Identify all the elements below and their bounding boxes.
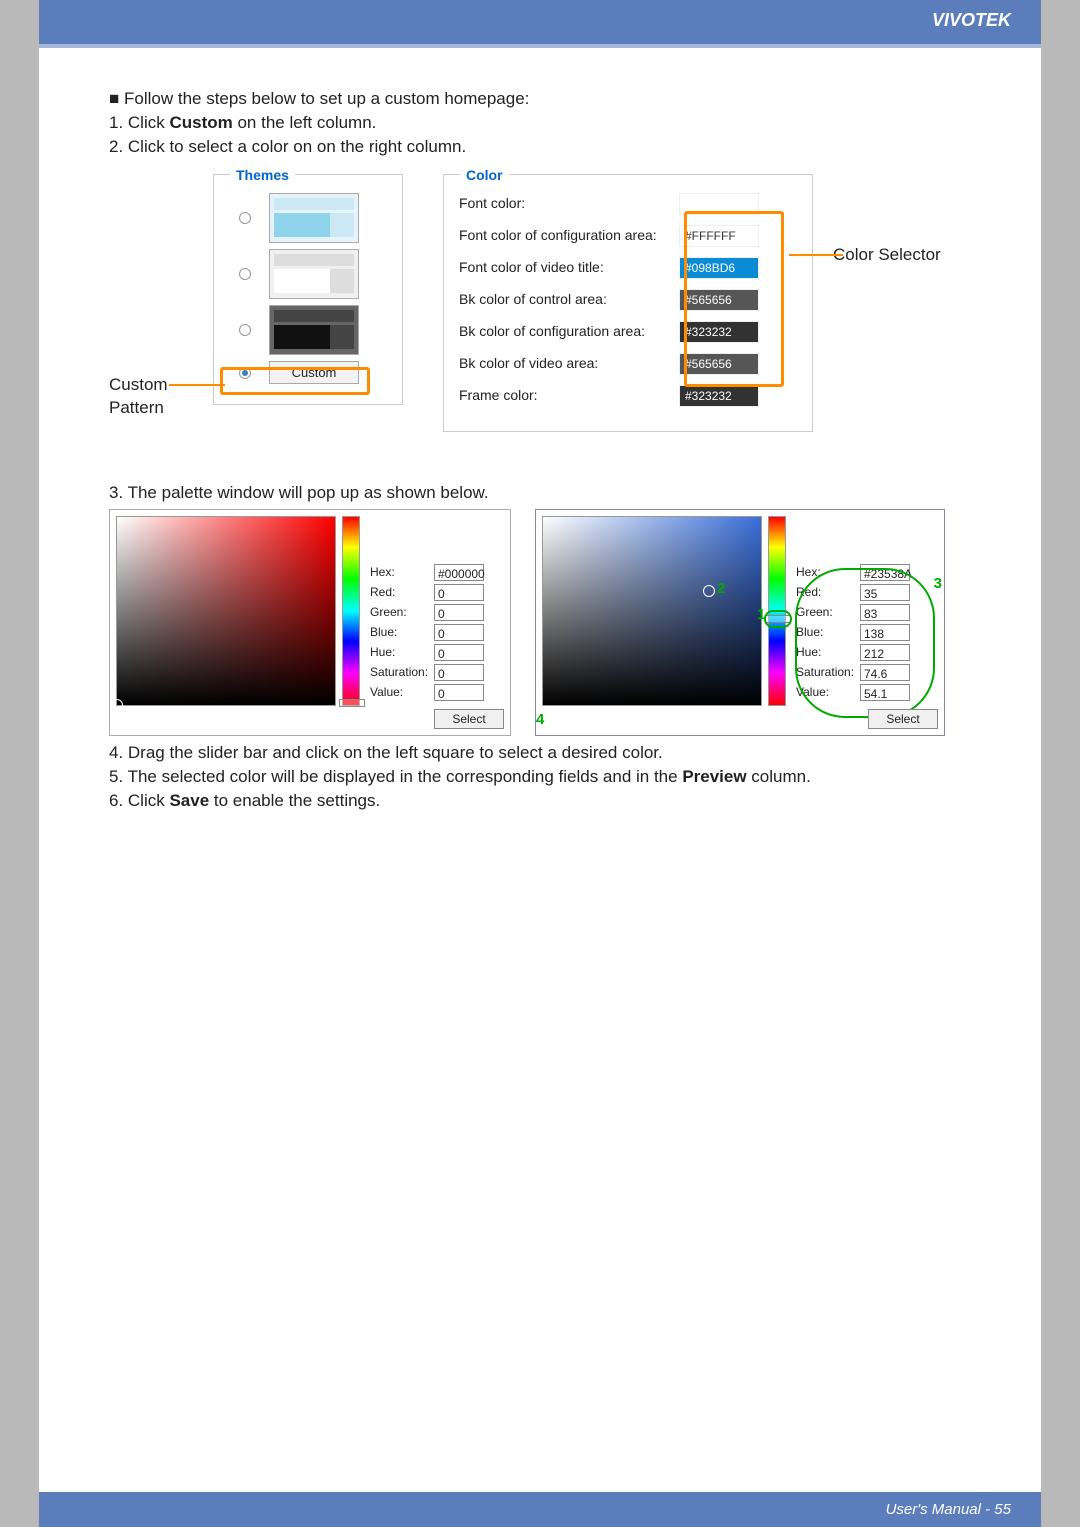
hue-slider-handle-icon[interactable] bbox=[765, 615, 791, 623]
step-6: 6. Click Save to enable the settings. bbox=[109, 790, 971, 813]
hue-slider[interactable]: 1 bbox=[768, 516, 786, 706]
themes-legend: Themes bbox=[230, 166, 295, 185]
color-swatch[interactable]: #FFFFFF bbox=[679, 225, 759, 247]
theme-thumb bbox=[269, 249, 359, 299]
green-input[interactable]: 83 bbox=[860, 604, 910, 621]
connector-line-icon bbox=[169, 384, 225, 386]
palette-inputs: Hex:#23538A Red:35 Green:83 Blue:138 Hue… bbox=[796, 516, 916, 706]
hue-slider[interactable] bbox=[342, 516, 360, 706]
color-row-config-bk: Bk color of configuration area: #323232 bbox=[459, 321, 797, 343]
theme-option-custom[interactable]: Custom bbox=[229, 361, 387, 385]
color-row-frame: Frame color: #323232 bbox=[459, 385, 797, 407]
picker-ring-icon bbox=[111, 699, 123, 711]
palette-window-left: Hex:#000000 Red:0 Green:0 Blue:0 Hue:0 S… bbox=[109, 509, 511, 736]
radio-icon[interactable] bbox=[239, 367, 251, 379]
theme-option-3[interactable] bbox=[229, 305, 387, 355]
color-swatch[interactable]: #565656 bbox=[679, 353, 759, 375]
color-swatch[interactable] bbox=[679, 193, 759, 215]
radio-icon[interactable] bbox=[239, 324, 251, 336]
red-input[interactable]: 35 bbox=[860, 584, 910, 601]
themes-fieldset: Themes Custom bbox=[213, 174, 403, 406]
color-swatch[interactable]: #098BD6 bbox=[679, 257, 759, 279]
picker-ring-icon bbox=[703, 585, 715, 597]
annotation-1-icon: 1 bbox=[757, 605, 765, 625]
header-brand: VIVOTEK bbox=[39, 0, 1041, 44]
green-input[interactable]: 0 bbox=[434, 604, 484, 621]
color-row-video-bk: Bk color of video area: #565656 bbox=[459, 353, 797, 375]
page-footer: User's Manual - 55 bbox=[39, 1492, 1041, 1527]
saturation-picker[interactable] bbox=[116, 516, 336, 706]
custom-pattern-label: Custom Pattern bbox=[109, 174, 209, 420]
color-row-video-title: Font color of video title: #098BD6 bbox=[459, 257, 797, 279]
saturation-input[interactable]: 0 bbox=[434, 664, 484, 681]
step-2: 2. Click to select a color on on the rig… bbox=[109, 136, 971, 159]
color-swatch[interactable]: #565656 bbox=[679, 289, 759, 311]
theme-option-1[interactable] bbox=[229, 193, 387, 243]
color-selector-label: Color Selector bbox=[833, 174, 941, 267]
color-row-config-font: Font color of configuration area: #FFFFF… bbox=[459, 225, 797, 247]
blue-input[interactable]: 138 bbox=[860, 624, 910, 641]
color-row-font: Font color: bbox=[459, 193, 797, 215]
palette-inputs: Hex:#000000 Red:0 Green:0 Blue:0 Hue:0 S… bbox=[370, 516, 490, 706]
saturation-input[interactable]: 74.6 bbox=[860, 664, 910, 681]
theme-thumb bbox=[269, 305, 359, 355]
annotation-2-icon: 2 bbox=[717, 579, 725, 599]
select-button[interactable]: Select bbox=[434, 709, 504, 729]
hex-input[interactable]: #000000 bbox=[434, 564, 484, 581]
step-1: 1. Click Custom on the left column. bbox=[109, 112, 971, 135]
blue-input[interactable]: 0 bbox=[434, 624, 484, 641]
hue-input[interactable]: 212 bbox=[860, 644, 910, 661]
hue-input[interactable]: 0 bbox=[434, 644, 484, 661]
instruction-intro: Follow the steps below to set up a custo… bbox=[109, 88, 971, 111]
color-fieldset: Color Font color: Font color of configur… bbox=[443, 174, 813, 432]
theme-option-2[interactable] bbox=[229, 249, 387, 299]
value-input[interactable]: 54.1 bbox=[860, 684, 910, 701]
color-swatch[interactable]: #323232 bbox=[679, 385, 759, 407]
saturation-picker[interactable]: 2 bbox=[542, 516, 762, 706]
theme-thumb bbox=[269, 193, 359, 243]
color-swatch[interactable]: #323232 bbox=[679, 321, 759, 343]
annotation-3-icon: 3 bbox=[934, 574, 942, 594]
radio-icon[interactable] bbox=[239, 268, 251, 280]
step-3: 3. The palette window will pop up as sho… bbox=[109, 482, 971, 505]
step-5: 5. The selected color will be displayed … bbox=[109, 766, 971, 789]
palette-window-right: 2 1 Hex:#23538A Red:35 Green:83 Blue:138… bbox=[535, 509, 945, 736]
step-4: 4. Drag the slider bar and click on the … bbox=[109, 742, 971, 765]
select-button[interactable]: Select bbox=[868, 709, 938, 729]
red-input[interactable]: 0 bbox=[434, 584, 484, 601]
custom-theme-button[interactable]: Custom bbox=[269, 361, 359, 385]
color-legend: Color bbox=[460, 166, 509, 185]
color-row-control-bk: Bk color of control area: #565656 bbox=[459, 289, 797, 311]
hex-input[interactable]: #23538A bbox=[860, 564, 910, 581]
hue-slider-handle-icon[interactable] bbox=[339, 699, 365, 707]
annotation-4-icon: 4 bbox=[536, 710, 544, 730]
value-input[interactable]: 0 bbox=[434, 684, 484, 701]
connector-line-icon bbox=[789, 254, 843, 256]
radio-icon[interactable] bbox=[239, 212, 251, 224]
